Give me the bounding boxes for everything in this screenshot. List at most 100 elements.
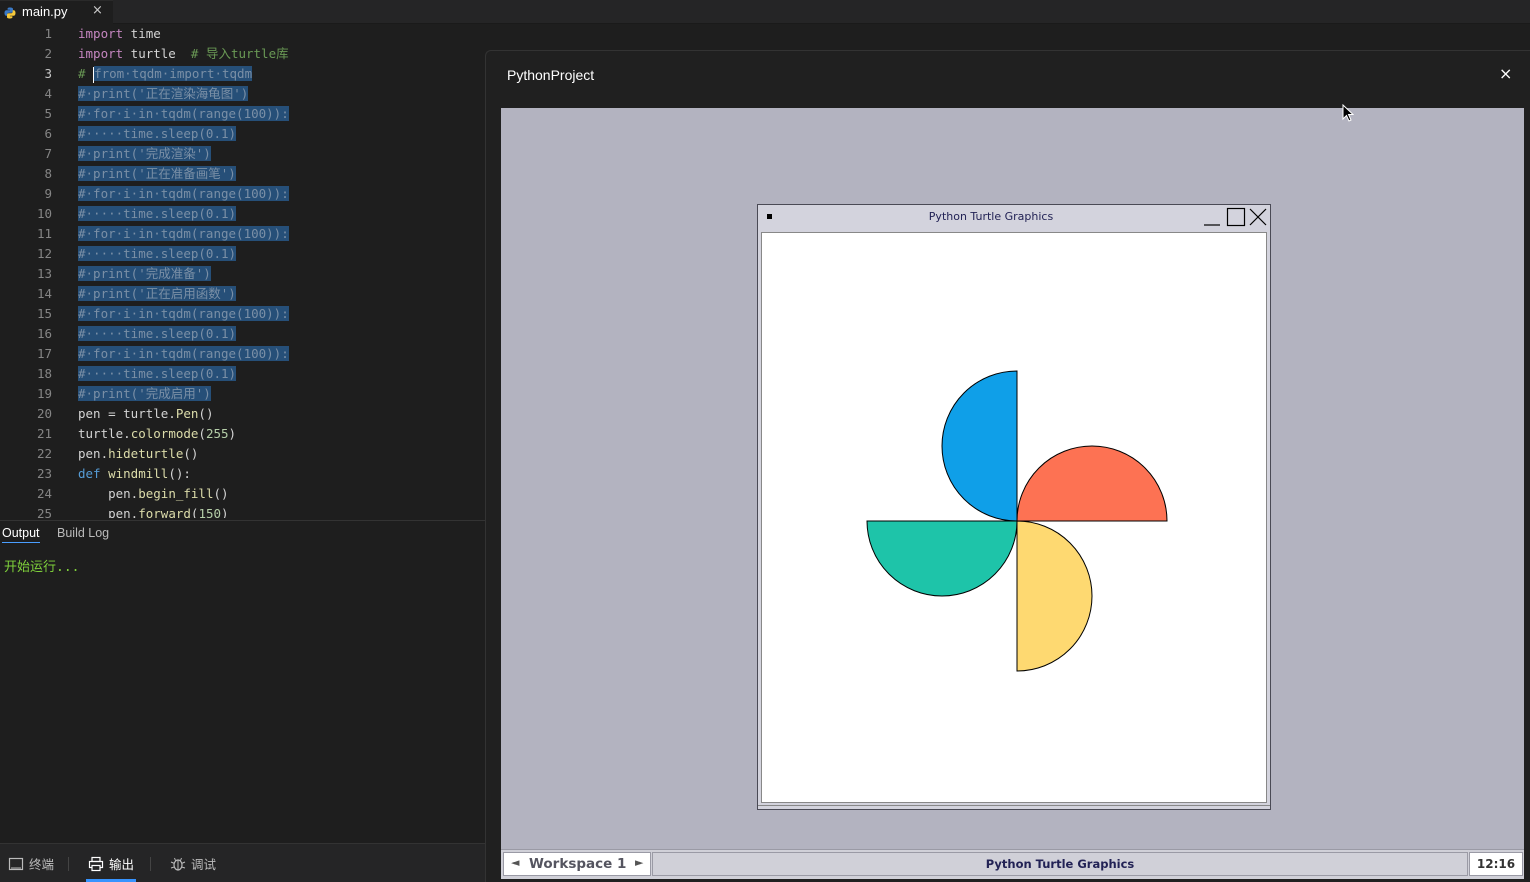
minimize-icon[interactable] [1202,207,1222,227]
code-text: #·for·i·in·tqdm(range(100)): [78,106,289,121]
code-text: #·print('完成启用') [78,386,211,401]
code-line[interactable]: 17 #·for·i·in·tqdm(range(100)): [0,344,485,364]
line-number: 17 [36,346,52,361]
output-panel[interactable]: 开始运行... [0,546,485,843]
code-text: def windmill(): [78,466,191,481]
code-line[interactable]: 11 #·for·i·in·tqdm(range(100)): [0,224,485,244]
code-line[interactable]: 3 # from·tqdm·import·tqdm [0,64,485,84]
output-tab-label: 输出 [109,858,135,872]
tab-main-py[interactable]: main.py × [0,0,113,24]
taskbar-clock: 12:16 [1469,852,1523,876]
code-line[interactable]: 10 #·····time.sleep(0.1) [0,204,485,224]
code-line[interactable]: 18 #·····time.sleep(0.1) [0,364,485,384]
printer-icon [88,856,104,871]
line-number: 24 [36,486,52,501]
line-number: 10 [36,206,52,221]
line-number: 20 [36,406,52,421]
code-text: #·print('完成渲染') [78,146,211,161]
code-line[interactable]: 9 #·for·i·in·tqdm(range(100)): [0,184,485,204]
code-line[interactable]: 1 import time [0,24,485,44]
next-workspace-icon[interactable]: ► [635,856,643,869]
code-text: #·for·i·in·tqdm(range(100)): [78,186,289,201]
code-line[interactable]: 24 pen.begin_fill() [0,484,485,504]
line-number: 16 [36,326,52,341]
line-number: 25 [36,506,52,518]
code-text: #·····time.sleep(0.1) [78,206,237,221]
tab-close-icon[interactable]: × [92,3,103,18]
code-line[interactable]: 20 pen = turtle.Pen() [0,404,485,424]
debug-tab[interactable]: 调试 [170,854,216,873]
code-text: turtle.colormode(255) [78,426,237,441]
workspace-label: Workspace 1 [529,856,627,872]
code-text: #·print('正在启用函数') [78,286,236,301]
code-text: pen.begin_fill() [78,486,229,501]
line-number: 22 [36,446,52,461]
code-line[interactable]: 4 #·print('正在渲染海龟图') [0,84,485,104]
code-line[interactable]: 5 #·for·i·in·tqdm(range(100)): [0,104,485,124]
yellow-blade [1016,520,1093,672]
line-number: 14 [36,286,52,301]
code-text: #·print('正在渲染海龟图') [78,86,249,101]
close-icon[interactable] [1248,207,1268,227]
turtle-titlebar[interactable]: Python Turtle Graphics [758,205,1270,229]
line-number: 23 [36,466,52,481]
mouse-pointer-icon [1342,104,1354,122]
code-text: import time [78,26,161,41]
code-editor[interactable]: 1 import time 2 import turtle # 导入turtle库 3 #… [0,24,485,518]
code-line[interactable]: 13 #·print('完成准备') [0,264,485,284]
code-line[interactable]: 12 #·····time.sleep(0.1) [0,244,485,264]
code-line[interactable]: 2 import turtle # 导入turtle库 [0,44,485,64]
code-text: #·print('正在准备画笔') [78,166,236,181]
red-blade [1016,445,1168,522]
project-window-title: PythonProject [507,67,595,83]
code-text: import turtle # 导入turtle库 [78,46,289,61]
tab-build-log[interactable]: Build Log [57,526,109,540]
editor-tab-bar: main.py × [0,0,1530,24]
virtual-desktop: Python Turtle Graphics [501,108,1524,849]
code-text: #·····time.sleep(0.1) [78,246,237,261]
code-line[interactable]: 6 #·····time.sleep(0.1) [0,124,485,144]
green-blade [866,520,1018,597]
prev-workspace-icon[interactable]: ◄ [511,856,519,869]
taskbar-item-turtle[interactable]: Python Turtle Graphics [652,852,1468,876]
workspace-taskbar: ◄ Workspace 1 ► Python Turtle Graphics 1… [501,849,1524,879]
line-number: 1 [44,26,52,41]
line-number: 12 [36,246,52,261]
code-line[interactable]: 8 #·print('正在准备画笔') [0,164,485,184]
divider [68,857,69,871]
turtle-window-title: Python Turtle Graphics [928,210,1054,223]
panel-tab-bar: Output Build Log [0,520,485,546]
tab-main-py-label: main.py [22,4,68,19]
terminal-tab[interactable]: 终端 [8,854,54,873]
line-number: 7 [44,146,52,161]
code-text: pen = turtle.Pen() [78,406,214,421]
line-number: 18 [36,366,52,381]
line-number: 5 [44,106,52,121]
code-line[interactable]: 15 #·for·i·in·tqdm(range(100)): [0,304,485,324]
turtle-canvas[interactable] [761,232,1267,803]
maximize-icon[interactable] [1226,207,1246,227]
code-line[interactable]: 23 def windmill(): [0,464,485,484]
code-line[interactable]: 14 #·print('正在启用函数') [0,284,485,304]
code-line[interactable]: 19 #·print('完成启用') [0,384,485,404]
workspace-switcher[interactable]: ◄ Workspace 1 ► [503,852,651,876]
output-text: 开始运行... [4,560,80,575]
project-close-icon[interactable]: × [1499,64,1512,83]
code-line[interactable]: 16 #·····time.sleep(0.1) [0,324,485,344]
output-tab[interactable]: 输出 [88,854,134,873]
line-number: 11 [36,226,52,241]
line-number: 2 [44,46,52,61]
code-line[interactable]: 25 pen.forward(150) [0,504,485,518]
blue-blade [941,370,1018,522]
bottom-panel-bar: 终端 输出 调试 [0,843,485,882]
code-line[interactable]: 22 pen.hideturtle() [0,444,485,464]
line-number: 8 [44,166,52,181]
line-number: 6 [44,126,52,141]
code-line[interactable]: 7 #·print('完成渲染') [0,144,485,164]
divider [150,857,151,871]
tab-output[interactable]: Output [2,526,40,543]
debug-tab-label: 调试 [191,858,217,872]
line-number: 15 [36,306,52,321]
turtle-window-bottom-border [758,805,1270,809]
code-line[interactable]: 21 turtle.colormode(255) [0,424,485,444]
